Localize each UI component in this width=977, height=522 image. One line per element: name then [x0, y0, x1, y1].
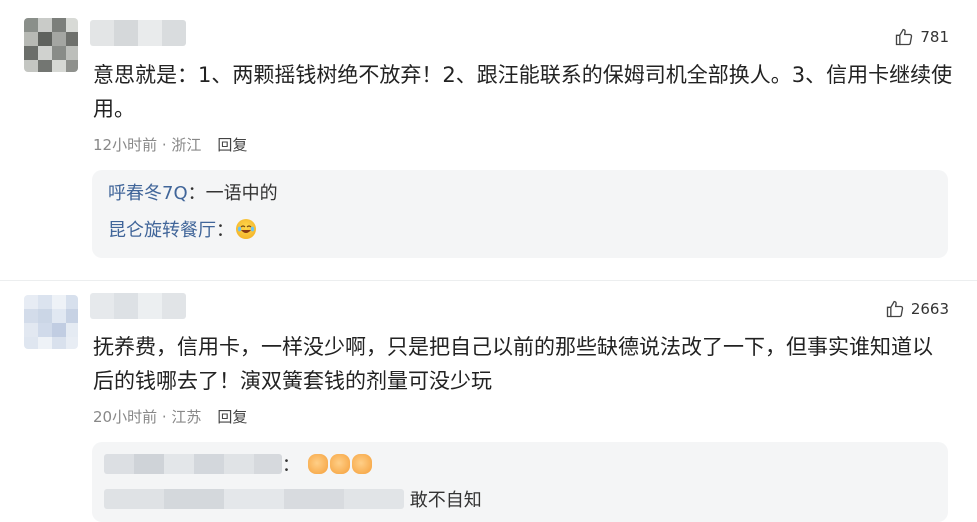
- comment-text: 意思就是：1、两颗摇钱树绝不放弃！2、跟汪能联系的保姆司机全部换人。3、信用卡继…: [93, 63, 953, 121]
- reply-username-blurred[interactable]: [104, 454, 282, 474]
- thumbs-up-icon: [886, 300, 903, 318]
- reply-list: 呼春冬7Q：一语中的 昆仑旋转餐厅：: [92, 170, 948, 258]
- comment-location: 浙江: [171, 136, 202, 154]
- like-count: 2663: [910, 300, 949, 318]
- like-count: 781: [920, 28, 949, 46]
- comment-time: 12小时前: [93, 136, 158, 154]
- reply-item: ：: [104, 453, 372, 479]
- like-button[interactable]: 781: [894, 27, 949, 47]
- reply-button[interactable]: 回复: [217, 134, 247, 155]
- thumbs-up-icon: [351, 454, 372, 474]
- laughing-crying-face-icon: [236, 219, 256, 239]
- thumbs-up-icon: [307, 454, 328, 474]
- like-button[interactable]: 2663: [885, 299, 949, 319]
- comment-text: 抚养费，信用卡，一样没少啊，只是把自己以前的那些缺德说法改了一下，但事实谁知道以…: [93, 335, 933, 393]
- thumbs-up-icon: [329, 454, 350, 474]
- username-blurred[interactable]: [90, 20, 186, 46]
- username-blurred[interactable]: [90, 293, 186, 319]
- avatar[interactable]: [24, 295, 78, 349]
- reply-text: 一语中的: [205, 183, 278, 204]
- reply-item: 敢不自知: [104, 488, 482, 514]
- thumbs-up-icon: [896, 28, 913, 46]
- reply-username[interactable]: 呼春冬7Q: [108, 183, 188, 204]
- comment-location: 江苏: [171, 408, 202, 426]
- comment-item: 2663 抚养费，信用卡，一样没少啊，只是把自己以前的那些缺德说法改了一下，但事…: [0, 281, 977, 522]
- avatar[interactable]: [24, 18, 78, 72]
- reply-list: ： 敢不自知: [92, 442, 948, 522]
- reply-item: 呼春冬7Q：一语中的: [108, 183, 278, 204]
- reply-button[interactable]: 回复: [217, 406, 247, 427]
- comment-item: 781 意思就是：1、两颗摇钱树绝不放弃！2、跟汪能联系的保姆司机全部换人。3、…: [0, 0, 977, 280]
- comment-meta: 20小时前 · 江苏 回复: [93, 406, 248, 427]
- reply-username[interactable]: 昆仑旋转餐厅: [108, 220, 216, 241]
- reply-username-blurred[interactable]: [104, 489, 404, 509]
- reply-item: 昆仑旋转餐厅：: [108, 218, 256, 244]
- comment-time: 20小时前: [93, 408, 158, 426]
- comment-meta: 12小时前 · 浙江 回复: [93, 134, 248, 155]
